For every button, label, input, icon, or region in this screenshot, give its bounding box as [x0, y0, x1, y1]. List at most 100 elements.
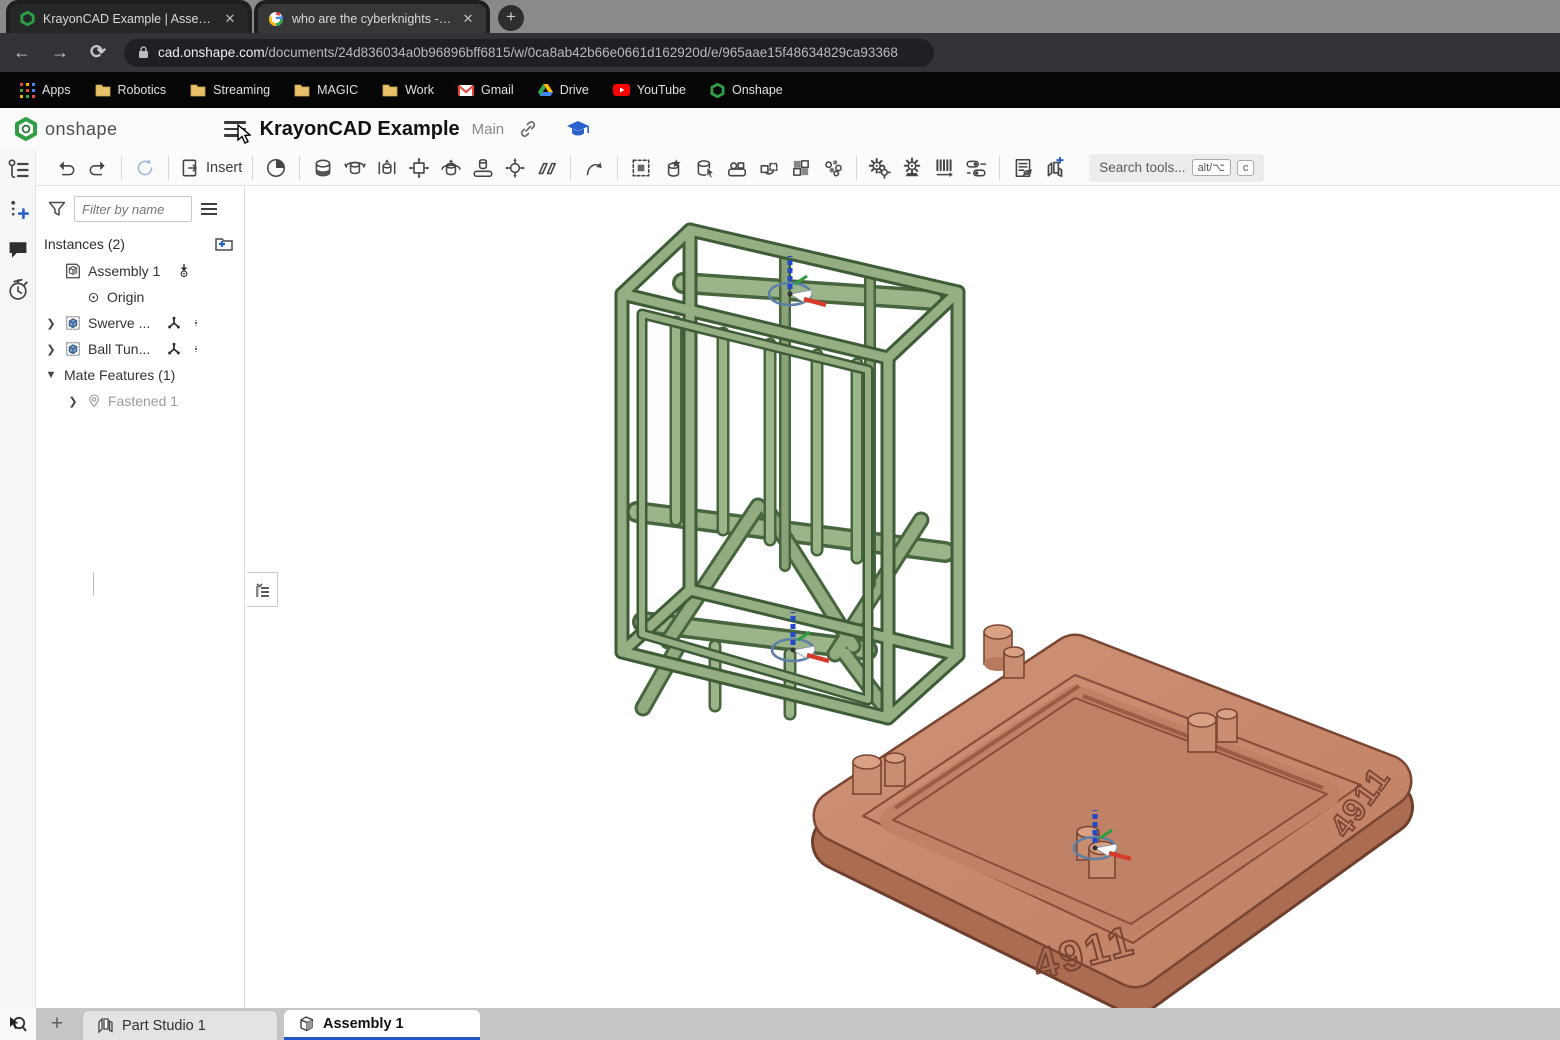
share-link-icon[interactable] — [518, 119, 538, 139]
bookmark-streaming[interactable]: Streaming — [182, 79, 278, 101]
insert-parts-button[interactable] — [721, 153, 753, 183]
branch-name[interactable]: Main — [472, 121, 505, 138]
learning-center-icon[interactable] — [566, 119, 590, 139]
gearbase-icon — [901, 157, 923, 179]
graphics-viewport[interactable]: 4911 4911 — [245, 186, 1560, 1008]
revolute-icon — [344, 157, 366, 179]
named-positions-button[interactable] — [689, 153, 721, 183]
tree-item-label: Mate Features (1) — [64, 367, 175, 383]
tree-item-assembly-1[interactable]: Assembly 1 — [36, 258, 244, 284]
ball-mate-button[interactable] — [499, 153, 531, 183]
add-folder-icon[interactable] — [214, 236, 234, 252]
variables-button[interactable] — [5, 197, 31, 223]
drive-relation-button[interactable] — [896, 153, 928, 183]
tab-part-studio[interactable]: Part Studio 1 — [82, 1010, 278, 1040]
expander-closed-icon[interactable]: ❯ — [66, 395, 80, 408]
tree-item-swerve[interactable]: ❯Swerve ... — [36, 310, 244, 336]
dots-icon[interactable] — [192, 341, 200, 357]
forward-icon[interactable]: → — [48, 42, 72, 63]
variables-icon — [6, 198, 30, 222]
bookmark-apps[interactable]: Apps — [12, 79, 79, 102]
left-icon-rail — [0, 150, 36, 1040]
reload-icon[interactable]: ⟳ — [86, 41, 110, 64]
assembly-3d-scene[interactable]: 4911 4911 — [245, 186, 1560, 1008]
expander-closed-icon[interactable]: ❯ — [44, 317, 58, 330]
tripod-icon[interactable] — [166, 315, 182, 331]
tab-assembly[interactable]: Assembly 1 — [284, 1010, 480, 1040]
toolbar-divider — [617, 156, 618, 180]
insert-button[interactable]: Insert — [176, 153, 245, 183]
redo-button[interactable] — [82, 153, 114, 183]
bookmark-magic[interactable]: MAGIC — [286, 79, 366, 101]
tree-item-fastened-1[interactable]: ❯Fastened 1 — [36, 388, 244, 414]
list-options-icon[interactable] — [200, 202, 218, 217]
rack-relation-button[interactable] — [928, 153, 960, 183]
document-title[interactable]: KrayonCAD Example — [260, 118, 460, 141]
cylindrical-icon — [440, 157, 462, 179]
bom-icon — [1012, 157, 1034, 179]
configurations-button[interactable] — [1039, 153, 1071, 183]
pin-slot-mate-button[interactable] — [467, 153, 499, 183]
fastened-mate-button[interactable] — [307, 153, 339, 183]
explode-button[interactable] — [817, 153, 849, 183]
shortcut-key: c — [1237, 160, 1255, 176]
onshape-logo[interactable]: onshape — [0, 117, 132, 141]
expander-closed-icon[interactable]: ❯ — [44, 343, 58, 356]
tree-item-origin[interactable]: Origin — [36, 284, 244, 310]
tree-item-ball-tun[interactable]: ❯Ball Tun... — [36, 336, 244, 362]
bookmark-gmail[interactable]: Gmail — [450, 79, 522, 101]
comments-button[interactable] — [5, 237, 31, 263]
filter-icon[interactable] — [48, 201, 66, 217]
tree-item-mate-features-1[interactable]: ▼ Mate Features (1) — [36, 362, 244, 388]
bookmark-work[interactable]: Work — [374, 79, 442, 101]
expander-open-icon[interactable]: ▼ — [44, 369, 58, 381]
toolbar-divider — [299, 156, 300, 180]
brand-text: onshape — [45, 119, 118, 140]
slider-mate-button[interactable] — [371, 153, 403, 183]
mate-connector-button[interactable] — [657, 153, 689, 183]
filter-input[interactable] — [74, 196, 192, 222]
panel-flyout-handle[interactable] — [247, 572, 278, 607]
bookmark-drive[interactable]: Drive — [530, 79, 597, 101]
address-bar[interactable]: cad.onshape.com/documents/24d836034a0b96… — [124, 39, 934, 67]
back-icon[interactable]: ← — [10, 42, 34, 63]
tangent-mate-button[interactable] — [531, 153, 563, 183]
group-button[interactable] — [625, 153, 657, 183]
dots-icon[interactable] — [192, 315, 200, 331]
revolute-mate-button[interactable] — [339, 153, 371, 183]
undo-button[interactable] — [50, 153, 82, 183]
replicate-button[interactable] — [960, 153, 992, 183]
instances-panel: Instances (2) Assembly 1Origin❯Swerve ..… — [36, 186, 245, 1008]
bookmark-robotics[interactable]: Robotics — [87, 79, 175, 101]
toolbar-divider — [121, 156, 122, 180]
document-menu-icon[interactable] — [224, 121, 246, 137]
browser-tab-inactive[interactable]: who are the cyberknights - Goog ✕ — [258, 4, 486, 33]
snap-mode-button[interactable] — [578, 153, 610, 183]
tab-close-icon[interactable]: ✕ — [460, 11, 476, 27]
mate-pin-icon — [86, 393, 102, 409]
pattern-button[interactable] — [785, 153, 817, 183]
relations-button[interactable] — [864, 153, 896, 183]
frame-structure-part[interactable] — [622, 230, 958, 718]
bom-button[interactable] — [1007, 153, 1039, 183]
update-button[interactable] — [129, 153, 161, 183]
add-element-button[interactable]: + — [42, 1008, 72, 1040]
tree-item-label: Origin — [107, 289, 144, 305]
search-tabs-button[interactable] — [0, 1008, 36, 1040]
mouse-cursor — [236, 124, 253, 146]
mate-button[interactable] — [260, 153, 292, 183]
history-button[interactable] — [5, 277, 31, 303]
bookmark-youtube[interactable]: YouTube — [605, 79, 694, 101]
tab-close-icon[interactable]: ✕ — [222, 11, 238, 27]
search-tools-input[interactable]: Search tools...alt/⌥c — [1089, 154, 1264, 182]
cylindrical-mate-button[interactable] — [435, 153, 467, 183]
bookmark-onshape[interactable]: Onshape — [702, 79, 791, 102]
new-tab-button[interactable]: + — [498, 5, 524, 31]
browser-tab-active[interactable]: KrayonCAD Example | Assembly ✕ — [10, 4, 248, 33]
tripod-icon[interactable] — [166, 341, 182, 357]
transform-icon — [758, 157, 780, 179]
ground-icon[interactable] — [176, 263, 192, 279]
planar-mate-button[interactable] — [403, 153, 435, 183]
assembly-structure-button[interactable] — [5, 157, 31, 183]
transform-button[interactable] — [753, 153, 785, 183]
